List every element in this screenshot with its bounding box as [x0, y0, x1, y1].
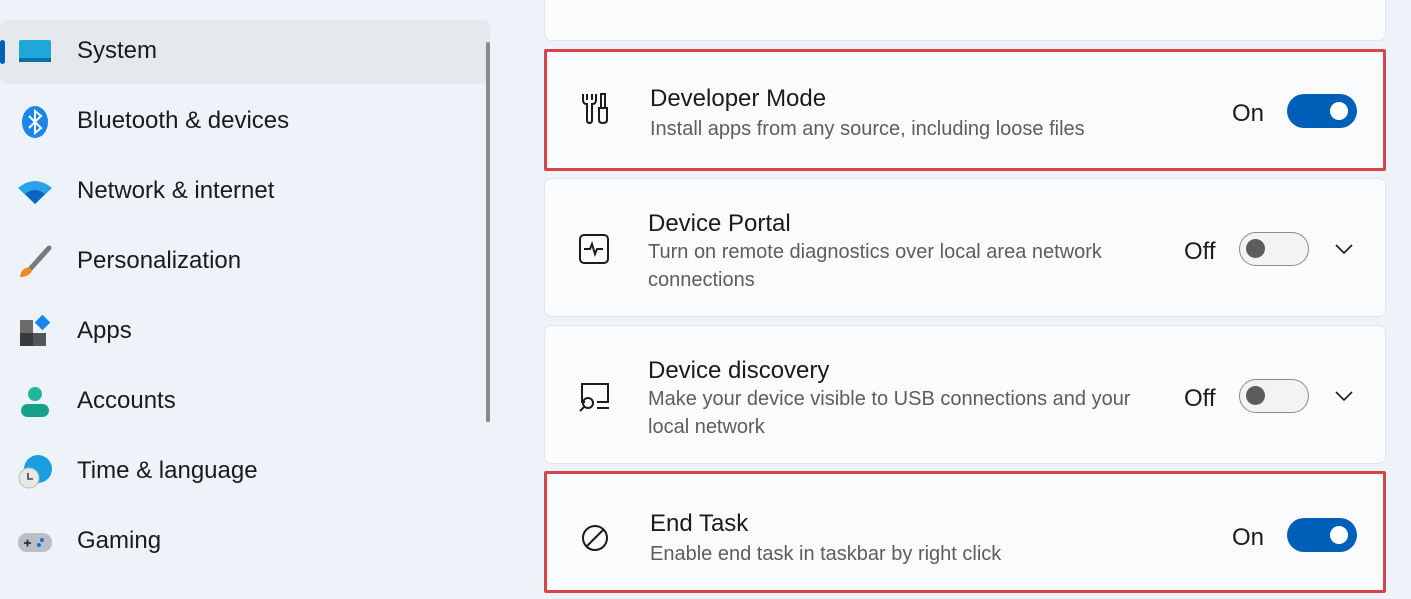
chevron-down-icon[interactable] — [1332, 384, 1356, 408]
setting-description: Install apps from any source, including … — [650, 118, 1085, 140]
end-task-toggle[interactable] — [1287, 518, 1357, 552]
sidebar-item-time-language[interactable]: Time & language — [0, 440, 490, 504]
sidebar-item-label: Accounts — [77, 387, 176, 414]
setting-title: Device Portal — [648, 210, 791, 237]
setting-title: Developer Mode — [650, 85, 827, 112]
sidebar-item-label: Bluetooth & devices — [77, 107, 290, 134]
sidebar-item-network[interactable]: Network & internet — [0, 160, 490, 224]
sidebar-nav: System Bluetooth & devices Network & int… — [0, 0, 495, 599]
pulse-monitor-icon — [579, 234, 609, 264]
toggle-state-label: On — [1232, 524, 1265, 551]
selection-indicator — [0, 40, 5, 64]
sidebar-item-system[interactable]: System — [0, 20, 490, 84]
setting-title: End Task — [650, 510, 749, 537]
device-search-icon — [579, 383, 609, 412]
setting-developer-mode: Developer Mode Install apps from any sou… — [544, 49, 1386, 171]
developer-mode-toggle[interactable] — [1287, 94, 1357, 128]
sidebar-item-label: Gaming — [77, 527, 162, 554]
sidebar-item-label: System — [77, 37, 158, 64]
device-discovery-toggle[interactable] — [1239, 379, 1309, 413]
setting-device-portal[interactable]: Device Portal Turn on remote diagnostics… — [544, 178, 1386, 317]
setting-device-discovery[interactable]: Device discovery Make your device visibl… — [544, 325, 1386, 464]
wifi-icon — [18, 181, 52, 204]
person-icon — [21, 387, 49, 417]
setting-description: Make your device visible to USB connecti… — [648, 388, 1131, 438]
setting-end-task: End Task Enable end task in taskbar by r… — [544, 471, 1386, 593]
toggle-state-label: Off — [1184, 385, 1216, 412]
sidebar-item-label: Personalization — [77, 247, 242, 274]
globe-clock-icon — [18, 455, 52, 489]
sidebar-item-accounts[interactable]: Accounts — [0, 370, 490, 434]
sidebar-item-gaming[interactable]: Gaming — [0, 510, 490, 574]
device-portal-toggle[interactable] — [1239, 232, 1309, 266]
prohibited-icon — [582, 525, 608, 551]
chevron-down-icon[interactable] — [1332, 237, 1356, 261]
system-icon — [19, 40, 51, 62]
toggle-state-label: On — [1232, 100, 1265, 127]
sidebar-item-apps[interactable]: Apps — [0, 300, 490, 364]
sidebar-item-label: Apps — [77, 317, 132, 344]
sidebar-item-personalization[interactable]: Personalization — [0, 230, 490, 294]
setting-description: Enable end task in taskbar by right clic… — [650, 543, 1002, 565]
sidebar-item-label: Time & language — [77, 457, 258, 484]
apps-icon — [20, 314, 51, 346]
setting-title: Device discovery — [648, 357, 830, 384]
setting-description: Turn on remote diagnostics over local ar… — [648, 241, 1102, 291]
toggle-state-label: Off — [1184, 238, 1216, 265]
settings-card-previous — [544, 0, 1386, 41]
sidebar-item-label: Network & internet — [77, 177, 275, 204]
tools-icon — [582, 93, 608, 125]
gamepad-icon — [18, 533, 52, 552]
bluetooth-icon — [22, 106, 48, 138]
sidebar-scrollbar[interactable] — [486, 42, 490, 422]
paintbrush-icon — [20, 245, 52, 277]
sidebar-item-bluetooth[interactable]: Bluetooth & devices — [0, 90, 490, 154]
